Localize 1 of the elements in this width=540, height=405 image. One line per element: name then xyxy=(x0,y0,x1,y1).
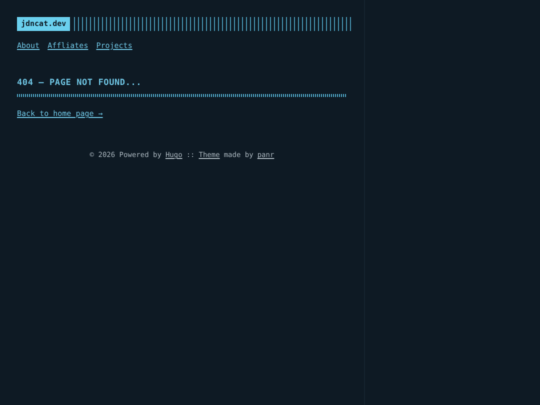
page-title: 404 — PAGE NOT FOUND... xyxy=(17,78,143,88)
